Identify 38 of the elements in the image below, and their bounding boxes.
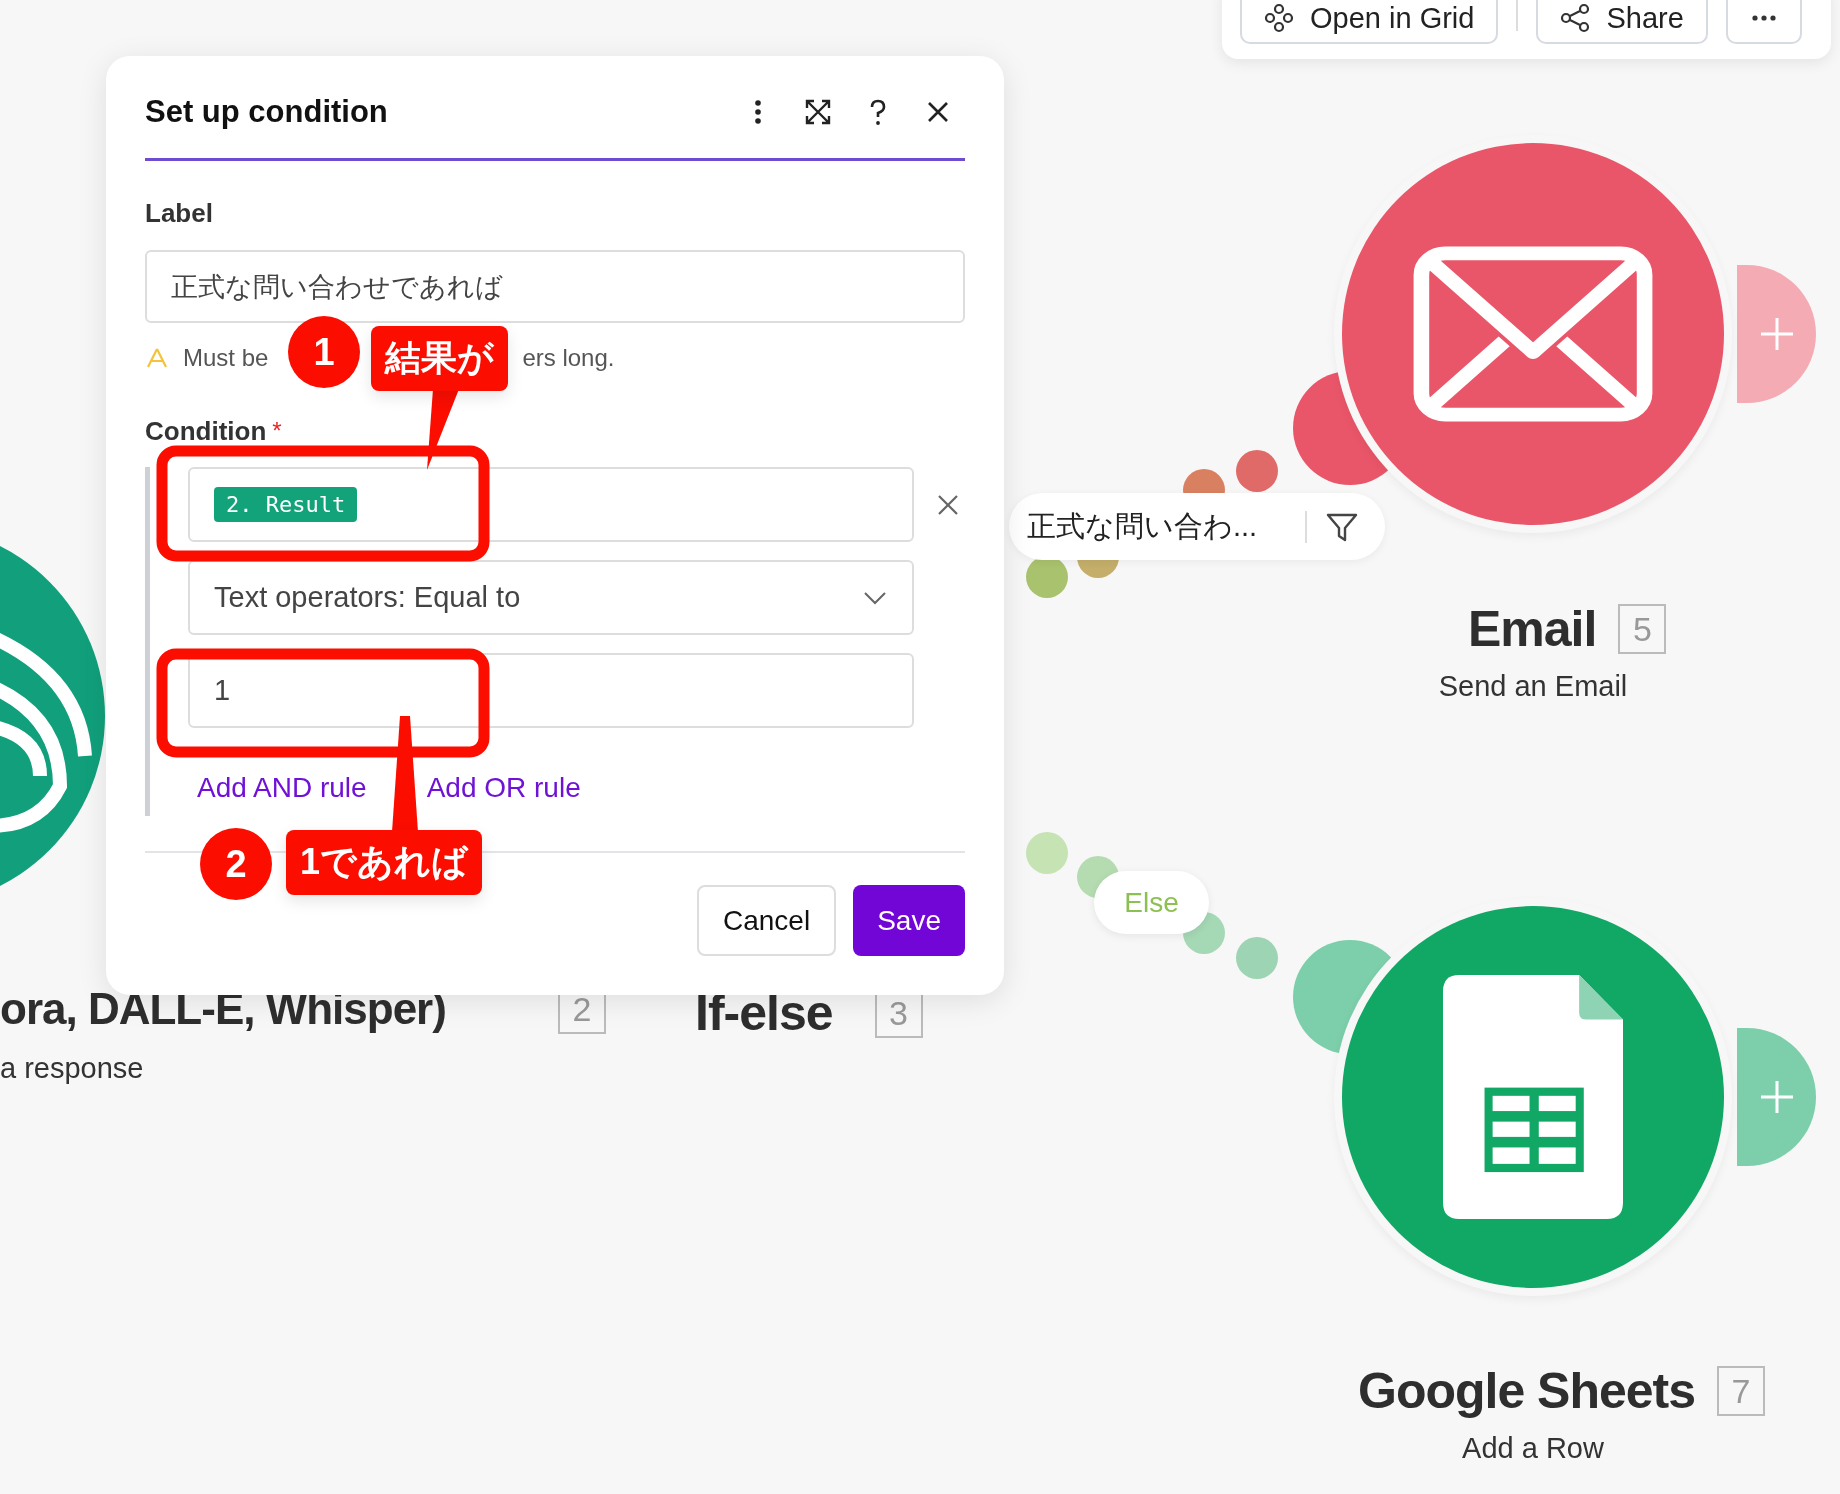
callout: 結果が [371,326,508,391]
warning-icon [145,346,169,370]
required-mark: * [272,416,282,446]
node-subtitle: a response [0,1052,144,1085]
node-title: Email [1468,600,1597,658]
filter-label[interactable]: 正式な問い合わ... [1009,493,1385,560]
label-input[interactable]: 正式な問い合わせであれば [145,250,965,323]
node-title: If-else [695,984,833,1042]
dialog-title: Set up condition [145,94,388,130]
callout: 1であれば [286,830,483,895]
envelope-icon [1413,246,1653,422]
open-grid-button[interactable]: Open in Grid [1240,0,1499,44]
node-title: ora, DALL-E, Whisper) [0,984,446,1034]
share-button[interactable]: Share [1536,0,1708,44]
value-input[interactable]: 1 [188,653,914,728]
spreadsheet-icon [1443,975,1623,1219]
warning-text: Must be [183,344,269,372]
share-icon [1560,3,1591,33]
node-subtitle: Send an Email [1437,670,1629,703]
plus-icon [1758,1079,1795,1115]
save-button[interactable]: Save [853,885,965,956]
plus-icon [1758,316,1795,352]
warning-text: ers long. [522,344,615,372]
cancel-button[interactable]: Cancel [697,885,837,956]
field-label: Label [145,198,214,228]
field-label: Condition [145,416,267,446]
more-icon [1751,15,1776,21]
add-rule-link[interactable]: Add OR rule [426,772,581,804]
nodes-icon [1264,3,1294,33]
node-title: Google Sheets [1358,1362,1696,1420]
filter-text: 正式な問い合わ... [1027,508,1258,544]
add-rule-link[interactable]: Add AND rule [197,772,367,804]
operator-dropdown[interactable]: Text operators: Equal to [188,560,914,635]
expand-icon[interactable] [803,97,833,127]
module-number: 7 [1717,1366,1766,1416]
node-subtitle: Add a Row [1461,1432,1605,1465]
chevron-down-icon [862,589,888,606]
module-number: 5 [1618,604,1667,654]
